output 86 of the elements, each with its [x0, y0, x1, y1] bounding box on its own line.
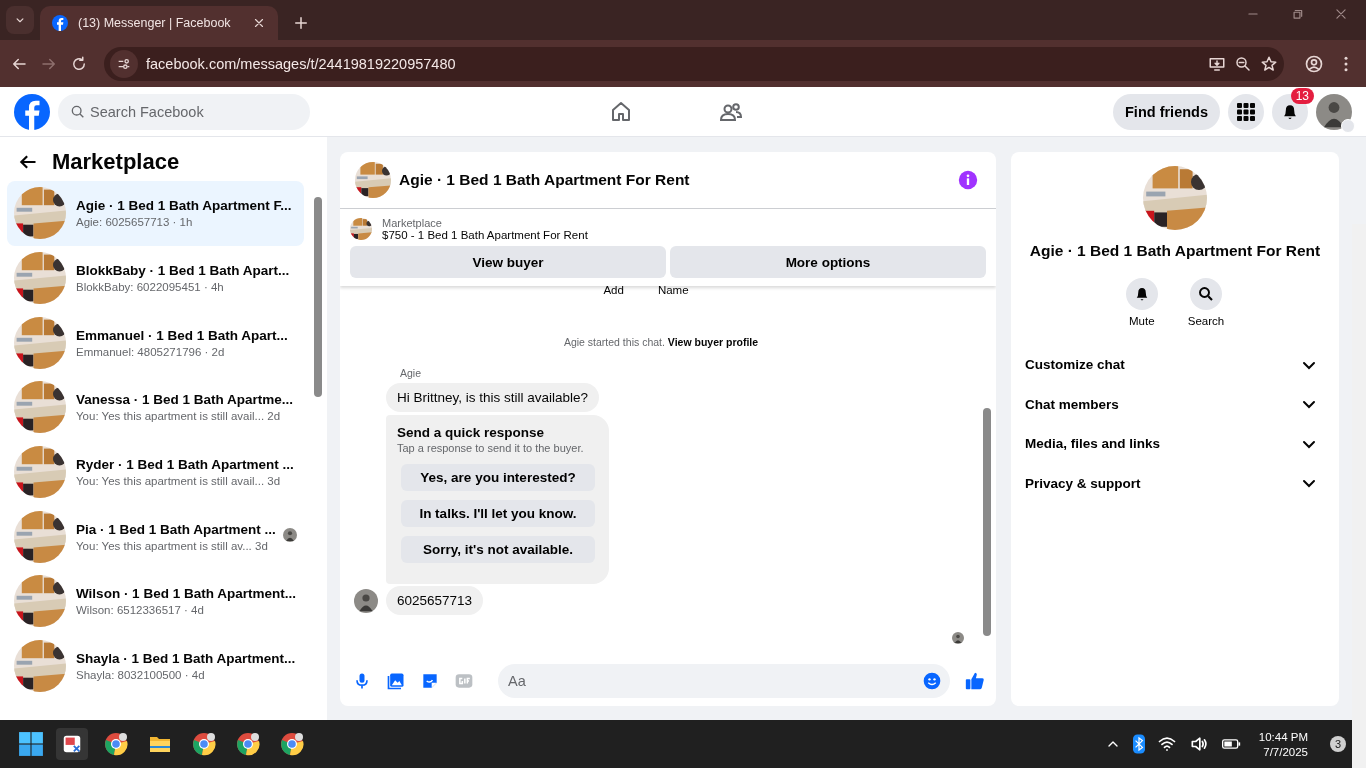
snipping-tool-icon[interactable]	[56, 728, 88, 760]
conversation-item[interactable]: Shayla · 1 Bed 1 Bath Apartment... Shayla: 8032100500 · 4d	[7, 633, 304, 699]
section-row[interactable]: Privacy & support	[1025, 463, 1325, 503]
conversation-preview: You: Yes this apartment is still avail... 3d	[76, 475, 282, 488]
emoji-icon[interactable]	[922, 671, 942, 691]
conversation-preview: Agie: 6025657713 · 1h	[76, 216, 194, 229]
avatar	[354, 588, 378, 613]
wifi-icon[interactable]	[1156, 734, 1177, 754]
chat-title: Agie · 1 Bed 1 Bath Apartment For Rent	[1029, 242, 1321, 260]
info-icon[interactable]	[958, 170, 978, 190]
conversation-title: Shayla · 1 Bed 1 Bath Apartment...	[76, 651, 297, 667]
image-icon[interactable]	[386, 671, 406, 691]
conversation-preview: Wilson: 6512336517 · 4d	[76, 604, 205, 617]
label: Add	[603, 284, 624, 296]
action-button[interactable]: More options	[670, 246, 986, 278]
profile-icon[interactable]	[1304, 53, 1324, 74]
plus-icon[interactable]	[292, 14, 310, 32]
profile-avatar	[1316, 93, 1352, 130]
conversation-item[interactable]: Vanessa · 1 Bed 1 Bath Apartme... You: Yes this apartment is still avail... 2d	[7, 375, 304, 440]
action-button[interactable]: View buyer	[350, 246, 666, 278]
search-field[interactable]: Search Facebook	[58, 93, 310, 130]
close-icon[interactable]	[1334, 7, 1348, 21]
conversation-item[interactable]: Wilson · 1 Bed 1 Bath Apartment... Wilson: 6512336517 · 4d	[7, 569, 304, 634]
conversation-title: Ryder · 1 Bed 1 Bath Apartment ...	[76, 457, 295, 473]
conversation-title: Agie · 1 Bed 1 Bath Apartment F...	[76, 198, 293, 214]
address-bar[interactable]: facebook.com/messages/t/24419819220957480	[104, 46, 1284, 81]
zoom-out-icon[interactable]	[1234, 54, 1252, 73]
find-friends-button[interactable]: Find friends	[1113, 93, 1220, 130]
browser-tab[interactable]: (13) Messenger | Facebook	[40, 6, 278, 40]
bluetooth-icon[interactable]	[1132, 734, 1145, 754]
message-input[interactable]: Aa	[498, 664, 950, 698]
sticker-icon[interactable]	[420, 671, 440, 691]
conversation-preview: You: Yes this apartment is still avail... 2d	[76, 410, 282, 423]
conversation-title: Pia · 1 Bed 1 Bath Apartment ...	[76, 521, 273, 537]
conversation-title: Emmanuel · 1 Bed 1 Bath Apart...	[76, 327, 289, 343]
conversation-preview: You: Yes this apartment is still av... 3d	[76, 539, 269, 552]
read-receipt-avatar	[283, 527, 297, 542]
conversation-title: BlokkBaby · 1 Bed 1 Bath Apart...	[76, 263, 291, 279]
reload-icon[interactable]	[70, 54, 88, 73]
listing-label: Marketplace	[382, 217, 443, 229]
conversation-item[interactable]: Emmanuel · 1 Bed 1 Bath Apart... Emmanuel: 4805271796 · 2d	[7, 310, 304, 376]
search-icon	[1197, 285, 1215, 303]
section-row[interactable]: Customize chat	[1025, 345, 1325, 385]
site-settings-icon[interactable]	[110, 49, 138, 78]
conversation-title: Wilson · 1 Bed 1 Bath Apartment...	[76, 586, 297, 602]
conversation-item[interactable]: BlokkBaby · 1 Bed 1 Bath Apart... BlokkBaby: 6022095451 · 4h	[7, 245, 304, 311]
notification-badge: 13	[1290, 87, 1314, 104]
home-icon[interactable]	[609, 99, 633, 124]
conversation-item[interactable]: Ryder · 1 Bed 1 Bath Apartment ... You: Yes this apartment is still avail... 3d	[7, 439, 304, 505]
label: Name	[657, 284, 689, 296]
facebook-logo[interactable]	[14, 93, 50, 130]
section-row[interactable]: Media, files and links	[1025, 424, 1325, 464]
view-buyer-profile-link[interactable]: View buyer profile	[667, 336, 759, 348]
star-icon[interactable]	[1260, 54, 1278, 73]
conversation-preview: Emmanuel: 4805271796 · 2d	[76, 345, 226, 358]
conversation-preview: BlokkBaby: 6022095451 · 4h	[76, 281, 225, 294]
quick-response-button[interactable]: Sorry, it's not available.	[401, 536, 595, 563]
conversation-title: Vanessa · 1 Bed 1 Bath Apartme...	[76, 392, 295, 408]
notifications-button[interactable]	[1272, 93, 1308, 130]
chat-title: Agie · 1 Bed 1 Bath Apartment For Rent	[399, 171, 691, 189]
start-icon[interactable]	[18, 731, 44, 757]
quick-response-subtitle: Tap a response to send it to the buyer.	[397, 442, 585, 454]
read-receipt-avatar	[952, 632, 964, 644]
search-icon	[70, 103, 86, 120]
facebook-icon	[52, 15, 68, 31]
close-icon[interactable]	[252, 16, 266, 30]
restore-icon[interactable]	[1290, 7, 1304, 21]
listing-title[interactable]: $750 - 1 Bed 1 Bath Apartment For Rent	[382, 229, 588, 241]
notification-badge[interactable]: 3	[1330, 736, 1346, 752]
section-row[interactable]: Chat members	[1025, 384, 1325, 424]
quick-response-button[interactable]: In talks. I'll let you know.	[401, 500, 595, 527]
conversation-item[interactable]: Pia · 1 Bed 1 Bath Apartment ... You: Yes this apartment is still av... 3d	[7, 504, 304, 570]
thumbs-up-icon[interactable]	[964, 670, 986, 692]
message-bubble: Hi Brittney, is this still available?	[386, 383, 600, 412]
quick-response-title: Send a quick response	[397, 425, 546, 440]
clock[interactable]: 10:44 PM 7/7/2025	[1258, 730, 1308, 758]
message-bubble: 6025657713	[386, 586, 484, 615]
scrollbar[interactable]	[1352, 224, 1366, 768]
menu-button[interactable]	[1228, 93, 1264, 130]
quick-response-button[interactable]: Yes, are you interested?	[401, 464, 595, 491]
conversation-preview: Shayla: 8032100500 · 4d	[76, 669, 206, 682]
sender-name: Agie	[400, 367, 422, 379]
system-message: Agie started this chat. View buyer profile	[562, 336, 760, 348]
sidebar-title: Marketplace	[52, 149, 180, 175]
grid-icon	[1237, 102, 1255, 121]
conversation-item[interactable]: Agie · 1 Bed 1 Bath Apartment F... Agie: 6025657713 · 1h	[7, 181, 304, 246]
